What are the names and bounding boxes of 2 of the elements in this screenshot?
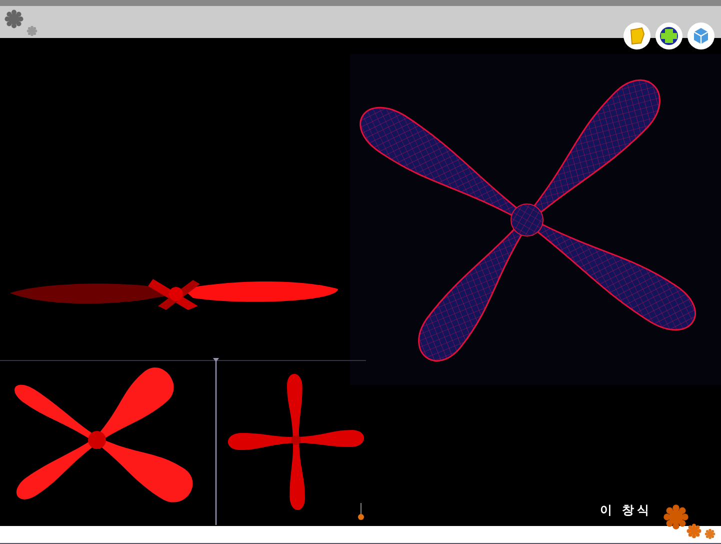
orientation-marker-icon <box>357 503 365 521</box>
author-name: 이 창식 <box>600 502 652 519</box>
